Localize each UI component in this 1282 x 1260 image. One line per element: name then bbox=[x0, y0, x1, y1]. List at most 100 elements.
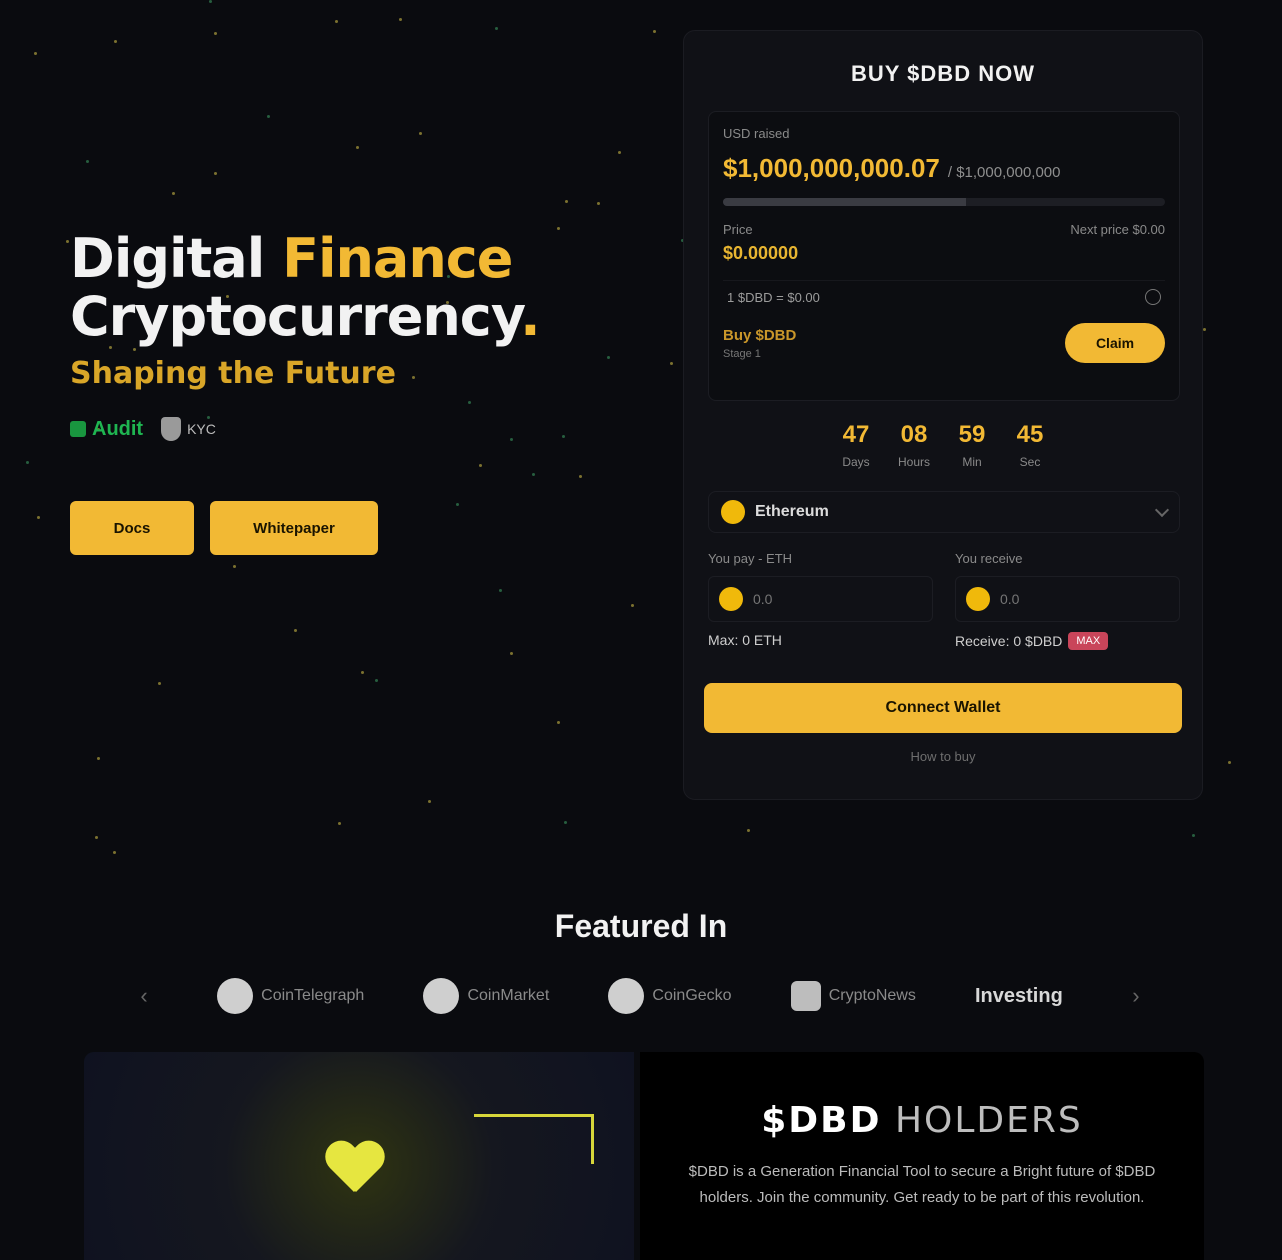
holders-description: $DBD is a Generation Financial Tool to s… bbox=[688, 1163, 1156, 1206]
star-decoration bbox=[1203, 328, 1206, 331]
kyc-badge[interactable]: KYC bbox=[161, 417, 216, 441]
max-button[interactable]: MAX bbox=[1068, 632, 1109, 650]
pay-input[interactable] bbox=[753, 591, 853, 607]
receive-label: You receive bbox=[955, 551, 1023, 566]
hero-title-yellow-1: Finance bbox=[282, 227, 513, 290]
star-decoration bbox=[419, 132, 422, 135]
connect-wallet-button[interactable]: Connect Wallet bbox=[704, 683, 1182, 733]
whitepaper-button[interactable]: Whitepaper bbox=[210, 501, 378, 555]
featured-logo-carousel: ‹ CoinTelegraph CoinMarket CoinGecko Cry… bbox=[130, 968, 1150, 1024]
countdown-value: 59 bbox=[958, 421, 986, 448]
star-decoration bbox=[557, 721, 560, 724]
star-decoration bbox=[86, 160, 89, 163]
holders-panel: $DBD HOLDERS $DBD is a Generation Financ… bbox=[640, 1052, 1204, 1260]
star-decoration bbox=[670, 362, 673, 365]
star-decoration bbox=[564, 821, 567, 824]
how-to-buy-link[interactable]: How to buy bbox=[684, 749, 1202, 764]
receive-input[interactable] bbox=[1000, 591, 1100, 607]
star-decoration bbox=[597, 202, 600, 205]
raised-label: USD raised bbox=[723, 126, 790, 141]
star-decoration bbox=[66, 240, 69, 243]
rate-line: 1 $DBD = $0.00 bbox=[723, 280, 1165, 313]
countdown: 47 Days 08 Hours 59 Min 45 Sec bbox=[684, 421, 1202, 469]
featured-logo[interactable]: Investing bbox=[975, 985, 1063, 1008]
hero-buttons: Docs Whitepaper bbox=[70, 501, 670, 555]
star-decoration bbox=[428, 800, 431, 803]
logo-name: CoinGecko bbox=[652, 987, 732, 1004]
raised-total: / $1,000,000,000 bbox=[947, 164, 1061, 181]
featured-logo[interactable]: CoinTelegraph bbox=[217, 978, 364, 1014]
hero-title: Digital Finance Cryptocurrency. bbox=[70, 230, 670, 346]
star-decoration bbox=[95, 836, 98, 839]
countdown-value: 45 bbox=[1016, 421, 1044, 448]
star-decoration bbox=[565, 200, 568, 203]
holders-illustration bbox=[84, 1052, 634, 1260]
heart-icon bbox=[324, 1142, 384, 1198]
raised-value: $1,000,000,000.07 bbox=[723, 153, 940, 183]
countdown-seconds: 45 Sec bbox=[1012, 421, 1048, 469]
star-decoration bbox=[1228, 761, 1231, 764]
star-decoration bbox=[209, 0, 212, 3]
countdown-days: 47 Days bbox=[838, 421, 874, 469]
hero-title-yellow-2: . bbox=[520, 285, 540, 348]
logo-name: CryptoNews bbox=[828, 987, 916, 1004]
claim-button[interactable]: Claim bbox=[1065, 323, 1165, 363]
featured-logo[interactable]: CryptoNews bbox=[790, 981, 916, 1011]
star-decoration bbox=[37, 516, 40, 519]
ethereum-coin-icon bbox=[721, 500, 745, 524]
audit-badge[interactable]: Audit bbox=[70, 418, 143, 441]
chevron-left-icon[interactable]: ‹ bbox=[130, 982, 158, 1010]
stage-row: Buy $DBD Stage 1 Claim bbox=[723, 323, 1165, 363]
stage-small: Stage 1 bbox=[723, 347, 761, 360]
logo-name: CoinTelegraph bbox=[261, 987, 365, 1004]
star-decoration bbox=[618, 151, 621, 154]
star-decoration bbox=[172, 192, 175, 195]
star-decoration bbox=[214, 172, 217, 175]
trust-badges: Audit KYC bbox=[70, 417, 670, 441]
price-row: Price $0.00000 Next price $0.00 bbox=[723, 222, 1165, 264]
holders-title-thin: HOLDERS bbox=[894, 1100, 1083, 1141]
holders-title: $DBD HOLDERS bbox=[640, 1100, 1204, 1141]
square-logo-icon bbox=[790, 981, 821, 1011]
hero-title-white-2: Cryptocurrency bbox=[70, 285, 521, 348]
receive-note: Receive: 0 $DBD bbox=[955, 633, 1063, 649]
logo-name: CoinMarket bbox=[467, 987, 550, 1004]
countdown-value: 08 bbox=[900, 421, 928, 448]
countdown-label: Days bbox=[842, 455, 870, 469]
info-icon[interactable] bbox=[1145, 289, 1161, 305]
star-decoration bbox=[510, 652, 513, 655]
star-decoration bbox=[113, 851, 116, 854]
star-decoration bbox=[495, 27, 498, 30]
eth-coin-icon bbox=[719, 587, 743, 611]
coin-logo-icon bbox=[608, 978, 645, 1014]
hero-subtitle: Shaping the Future bbox=[70, 356, 396, 391]
chevron-right-icon[interactable]: › bbox=[1122, 982, 1150, 1010]
star-decoration bbox=[653, 30, 656, 33]
progress-bar-fill bbox=[723, 198, 967, 206]
rate-text: 1 $DBD = $0.00 bbox=[727, 289, 820, 305]
presale-card: BUY $DBD NOW USD raised $1,000,000,000.0… bbox=[683, 30, 1203, 800]
star-decoration bbox=[747, 829, 750, 832]
star-decoration bbox=[631, 604, 634, 607]
star-decoration bbox=[499, 589, 502, 592]
countdown-value: 47 bbox=[842, 421, 870, 448]
presale-info-box: USD raised $1,000,000,000.07 / $1,000,00… bbox=[708, 111, 1180, 401]
countdown-label: Min bbox=[962, 455, 982, 469]
next-price: Next price $0.00 bbox=[1070, 222, 1165, 237]
holders-title-bold: $DBD bbox=[761, 1100, 882, 1141]
price-value: $0.00000 bbox=[723, 243, 799, 263]
audit-icon bbox=[70, 421, 86, 437]
glow-line-decoration bbox=[474, 1114, 594, 1164]
star-decoration bbox=[335, 20, 338, 23]
featured-logo[interactable]: CoinGecko bbox=[608, 978, 732, 1014]
star-decoration bbox=[356, 146, 359, 149]
star-decoration bbox=[338, 822, 341, 825]
featured-logo[interactable]: CoinMarket bbox=[423, 978, 549, 1014]
coin-logo-icon bbox=[423, 978, 460, 1014]
star-decoration bbox=[26, 461, 29, 464]
docs-button[interactable]: Docs bbox=[70, 501, 194, 555]
stage-label: Buy $DBD bbox=[723, 326, 797, 344]
network-select[interactable]: Ethereum bbox=[708, 491, 1180, 533]
star-decoration bbox=[114, 40, 117, 43]
price-label: Price bbox=[723, 222, 753, 237]
